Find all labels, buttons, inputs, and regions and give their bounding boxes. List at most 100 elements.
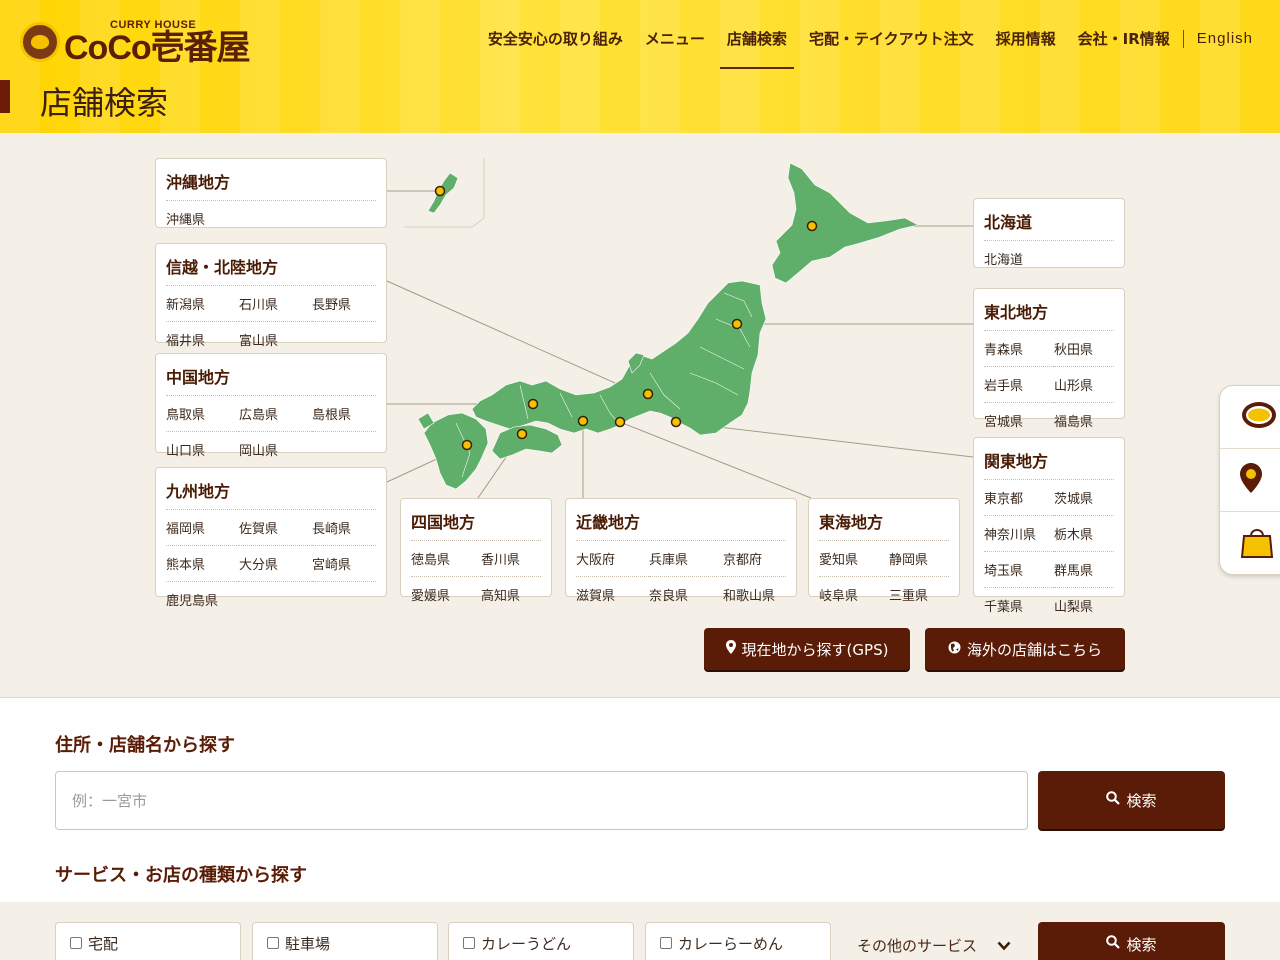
pref-link[interactable]: 和歌山県 [723,577,786,612]
region-title[interactable]: 近畿地方 [576,509,786,541]
pref-link[interactable]: 熊本県 [166,546,239,582]
region-title[interactable]: 東北地方 [984,299,1114,331]
pref-link[interactable]: 宮崎県 [312,546,376,582]
pref-link[interactable]: 沖縄県 [166,201,376,236]
nav-safety[interactable]: 安全安心の取り組み [477,28,634,49]
pref-link[interactable]: 栃木県 [1054,516,1114,552]
region-title[interactable]: 中国地方 [166,364,376,396]
pref-link[interactable]: 長崎県 [312,510,376,546]
pref-link[interactable]: 神奈川県 [984,516,1054,552]
pref-link[interactable]: 秋田県 [1054,331,1114,367]
nav-menu[interactable]: メニュー [634,28,716,49]
pref-link[interactable]: 長野県 [312,286,376,322]
checkbox-icon [660,937,672,949]
curry-plate-icon [1240,400,1278,434]
japan-map-section: 沖縄地方 沖縄県 信越・北陸地方 新潟県 石川県 長野県 福井県 富山県 中国地… [0,133,1280,697]
pref-link[interactable]: 山形県 [1054,367,1114,403]
checkbox-icon [267,937,279,949]
coco-ichibanya-logo[interactable]: CURRY HOUSE CoCo壱番屋 [20,19,251,67]
pref-link[interactable]: 宮城県 [984,403,1054,438]
region-kinki: 近畿地方 大阪府 兵庫県 京都府 滋賀県 奈良県 和歌山県 [565,498,797,604]
address-search-button[interactable]: 検索 [1038,771,1225,829]
curry-logo-icon [20,22,60,62]
pref-link[interactable]: 福井県 [166,322,239,357]
service-delivery-checkbox[interactable]: 宅配 [55,922,241,960]
pref-link[interactable]: 鹿児島県 [166,582,239,617]
checkbox-icon [463,937,475,949]
search-button-label: 検索 [1126,935,1157,954]
pref-link[interactable]: 三重県 [889,577,949,612]
page-title-accent [0,80,10,113]
pref-link[interactable]: 岐阜県 [819,577,889,612]
nav-recruit[interactable]: 採用情報 [985,28,1067,49]
pref-link[interactable]: 兵庫県 [649,541,723,577]
pref-link[interactable]: 大阪府 [576,541,649,577]
pref-link[interactable]: 青森県 [984,331,1054,367]
region-okinawa: 沖縄地方 沖縄県 [155,158,387,228]
gps-button-label: 現在地から探す(GPS) [741,640,889,659]
pref-link[interactable]: 広島県 [239,396,312,432]
pref-link[interactable]: 島根県 [312,396,376,432]
pref-link[interactable]: 千葉県 [984,588,1054,623]
pref-link[interactable]: 岡山県 [239,432,312,467]
pref-link[interactable]: 徳島県 [411,541,481,577]
pref-link[interactable]: 富山県 [239,322,312,357]
region-title[interactable]: 東海地方 [819,509,949,541]
pref-link[interactable]: 岩手県 [984,367,1054,403]
search-button-label: 検索 [1126,791,1157,810]
japan-landmass [417,162,919,490]
service-label: カレーうどん [481,935,572,953]
region-tohoku: 東北地方 青森県 秋田県 岩手県 山形県 宮城県 福島県 [973,288,1125,430]
service-search-button[interactable]: 検索 [1038,922,1225,960]
shortcut-menu[interactable] [1220,386,1280,449]
service-label: 宅配 [88,935,119,953]
search-section: 住所・店舗名から探す 検索 サービス・お店の種類から探す [0,697,1280,902]
pref-link[interactable]: 山梨県 [1054,588,1114,623]
gps-search-button[interactable]: 現在地から探す(GPS) [704,628,910,670]
pref-link[interactable]: 香川県 [481,541,541,577]
nav-english[interactable]: English [1186,30,1264,47]
pref-link[interactable]: 埼玉県 [984,552,1054,588]
page-title: 店舗検索 [40,84,169,122]
nav-store-search[interactable]: 店舗検索 [716,28,798,69]
pref-link[interactable]: 新潟県 [166,286,239,322]
pref-link[interactable]: 佐賀県 [239,510,312,546]
pref-link[interactable]: 奈良県 [649,577,723,612]
service-filter-section: 宅配 駐車場 カレーうどん カレーらーめん その他のサービス 検索 [0,902,1280,960]
pref-link[interactable]: 高知県 [481,577,541,612]
pref-link[interactable]: 福島県 [1054,403,1114,438]
region-title[interactable]: 北海道 [984,209,1114,241]
pref-link[interactable]: 愛媛県 [411,577,481,612]
region-title[interactable]: 信越・北陸地方 [166,254,376,286]
shortcut-store-search[interactable] [1220,449,1280,512]
more-services-toggle[interactable]: その他のサービス [857,935,1011,956]
pref-link[interactable]: 滋賀県 [576,577,649,612]
service-curry-ramen-checkbox[interactable]: カレーらーめん [645,922,831,960]
pref-link[interactable]: 京都府 [723,541,786,577]
logo-wordmark: CoCo壱番屋 [64,28,251,67]
pref-link[interactable]: 大分県 [239,546,312,582]
nav-delivery-takeout[interactable]: 宅配・テイクアウト注文 [798,28,985,49]
overseas-stores-button[interactable]: 海外の店舗はこちら [925,628,1125,670]
shortcut-takeout[interactable] [1220,512,1280,574]
address-search-input[interactable] [55,771,1028,830]
pref-link[interactable]: 福岡県 [166,510,239,546]
region-title[interactable]: 九州地方 [166,478,376,510]
takeout-bag-icon [1240,526,1274,562]
pref-link[interactable]: 茨城県 [1054,480,1114,516]
pref-link[interactable]: 東京都 [984,480,1054,516]
region-title[interactable]: 四国地方 [411,509,541,541]
pref-link[interactable]: 群馬県 [1054,552,1114,588]
pref-link[interactable]: 静岡県 [889,541,949,577]
service-parking-checkbox[interactable]: 駐車場 [252,922,438,960]
nav-company-ir[interactable]: 会社・IR情報 [1067,28,1181,49]
region-title[interactable]: 関東地方 [984,448,1114,480]
region-title[interactable]: 沖縄地方 [166,169,376,201]
pref-link[interactable]: 石川県 [239,286,312,322]
region-kanto: 関東地方 東京都 茨城県 神奈川県 栃木県 埼玉県 群馬県 千葉県 山梨県 [973,437,1125,615]
service-curry-udon-checkbox[interactable]: カレーうどん [448,922,634,960]
pref-link[interactable]: 愛知県 [819,541,889,577]
pref-link[interactable]: 北海道 [984,241,1114,276]
pref-link[interactable]: 山口県 [166,432,239,467]
pref-link[interactable]: 鳥取県 [166,396,239,432]
